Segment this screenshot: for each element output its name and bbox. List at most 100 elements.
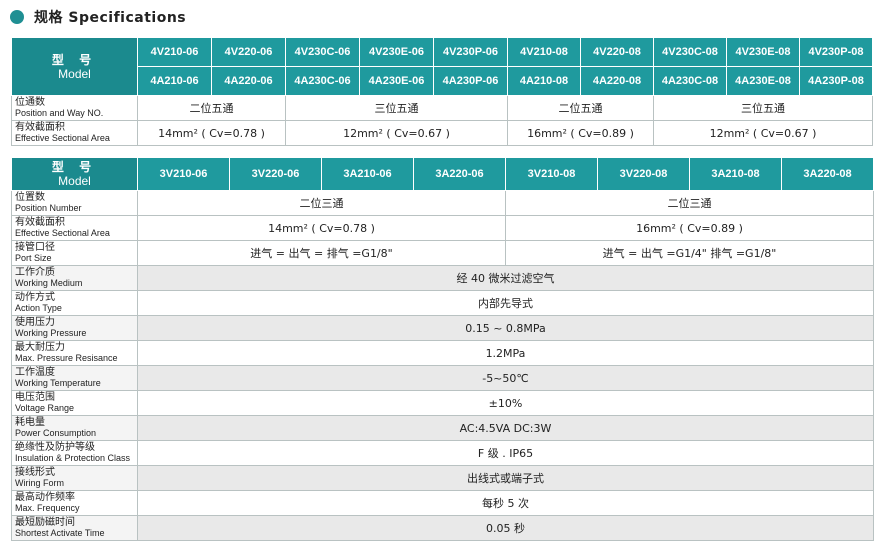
spec-value: 出线式或端子式: [137, 465, 874, 491]
row-label-zh: 耗电量: [15, 417, 45, 428]
row-label: 位通数 Position and Way NO.: [11, 95, 138, 121]
model-cell: 4A230P-06: [433, 66, 508, 96]
model-label-en: Model: [58, 174, 91, 188]
model-row: 型 号 Model 3V210-06 3V220-06 3A210-06 3A2…: [11, 157, 874, 191]
row-label-en: Action Type: [15, 303, 62, 313]
row-label: 工作介质 Working Medium: [11, 265, 138, 291]
row-label: 电压范围 Voltage Range: [11, 390, 138, 416]
model-cell: 4A220-08: [580, 66, 654, 96]
model-cell: 4V230P-06: [433, 37, 508, 67]
row-label-zh: 最大耐压力: [15, 342, 65, 353]
row-label-en: Insulation & Protection Class: [15, 453, 131, 463]
row-label: 有效截面积 Effective Sectional Area: [11, 215, 138, 241]
port-value: 进气 = 出气 = 排气 =G1/8": [137, 240, 506, 266]
model-cell: 3A210-08: [689, 157, 782, 191]
row-label-zh: 有效截面积: [15, 122, 65, 133]
port-value: 进气 = 出气 =G1/4" 排气 =G1/8": [505, 240, 874, 266]
spec-value: 经 40 微米过滤空气: [137, 265, 874, 291]
model-row-top: 型 号 Model 4V210-06 4V220-06 4V230C-06 4V…: [11, 37, 873, 96]
row-label-en: Effective Sectional Area: [15, 133, 110, 143]
model-cell: 4A210-06: [137, 66, 212, 96]
model-cell: 4A230E-06: [359, 66, 434, 96]
position-value: 二位三通: [505, 190, 874, 216]
spec-row: 最大耐压力 Max. Pressure Resisance 1.2MPa: [11, 340, 874, 366]
row-label-zh: 位通数: [15, 97, 45, 108]
model-label-zh: 型 号: [51, 52, 98, 67]
row-label: 工作温度 Working Temperature: [11, 365, 138, 391]
row-label-en: Working Temperature: [15, 378, 101, 388]
row-label-zh: 使用压力: [15, 317, 55, 328]
spec-table-4v-series: 型 号 Model 4V210-06 4V220-06 4V230C-06 4V…: [11, 37, 873, 146]
row-label-en: Wiring Form: [15, 478, 64, 488]
position-value: 三位五通: [653, 95, 873, 121]
model-cell: 4A220-06: [211, 66, 286, 96]
row-label-en: Max. Pressure Resisance: [15, 353, 118, 363]
row-label: 最高动作频率 Max. Frequency: [11, 490, 138, 516]
row-label: 位置数 Position Number: [11, 190, 138, 216]
row-label-en: Effective Sectional Area: [15, 228, 110, 238]
model-cell: 4A230C-08: [653, 66, 727, 96]
area-value: 14mm² ( Cv=0.78 ): [137, 120, 286, 146]
spec-row: 工作介质 Working Medium 经 40 微米过滤空气: [11, 265, 874, 291]
row-label-en: Position and Way NO.: [15, 108, 104, 118]
row-label-en: Shortest Activate Time: [15, 528, 105, 538]
row-label-zh: 接管口径: [15, 242, 55, 253]
area-value: 16mm² ( Cv=0.89 ): [505, 215, 874, 241]
row-label-zh: 绝缘性及防护等级: [15, 442, 95, 453]
row-label-en: Port Size: [15, 253, 52, 263]
spec-value: ±10%: [137, 390, 874, 416]
row-label: 最短励磁时间 Shortest Activate Time: [11, 515, 138, 541]
row-label: 绝缘性及防护等级 Insulation & Protection Class: [11, 440, 138, 466]
spec-value: 内部先导式: [137, 290, 874, 316]
spec-row: 使用压力 Working Pressure 0.15 ~ 0.8MPa: [11, 315, 874, 341]
common-spec-rows: 工作介质 Working Medium 经 40 微米过滤空气 动作方式 Action …: [11, 265, 874, 541]
model-cell: 4A230C-06: [285, 66, 360, 96]
spec-value: 1.2MPa: [137, 340, 874, 366]
position-value: 二位五通: [507, 95, 654, 121]
model-cell: 3V210-08: [505, 157, 598, 191]
model-row-bottom: 4A210-06 4A220-06 4A230C-06 4A230E-06 4A…: [12, 66, 873, 96]
spec-row: 电压范围 Voltage Range ±10%: [11, 390, 874, 416]
spec-row: 绝缘性及防护等级 Insulation & Protection Class F 级…: [11, 440, 874, 466]
row-label: 最大耐压力 Max. Pressure Resisance: [11, 340, 138, 366]
model-label-en: Model: [58, 66, 91, 81]
model-cell: 4V230E-06: [359, 37, 434, 67]
position-value: 二位五通: [137, 95, 286, 121]
area-row: 有效截面积 Effective Sectional Area 14mm² ( C…: [11, 120, 873, 146]
row-label: 接管口径 Port Size: [11, 240, 138, 266]
model-cell: 3V220-08: [597, 157, 690, 191]
model-cell: 3V210-06: [137, 157, 230, 191]
model-cell: 4V230E-08: [726, 37, 800, 67]
row-label-en: Working Pressure: [15, 328, 87, 338]
area-value: 14mm² ( Cv=0.78 ): [137, 215, 506, 241]
row-label: 接线形式 Wiring Form: [11, 465, 138, 491]
spec-row: 动作方式 Action Type 内部先导式: [11, 290, 874, 316]
row-label: 有效截面积 Effective Sectional Area: [11, 120, 138, 146]
spec-value: F 级 . IP65: [137, 440, 874, 466]
model-cell: 4V230C-06: [285, 37, 360, 67]
model-cell: 4V220-06: [211, 37, 286, 67]
spec-value: 每秒 5 次: [137, 490, 874, 516]
model-cell: 4V210-06: [137, 37, 212, 67]
row-label-en: Max. Frequency: [15, 503, 80, 513]
row-label-zh: 位置数: [15, 192, 45, 203]
model-header-cell: 型 号 Model: [11, 157, 138, 191]
row-label-zh: 工作温度: [15, 367, 55, 378]
spec-table-3v-series: 型 号 Model 3V210-06 3V220-06 3A210-06 3A2…: [11, 157, 874, 541]
model-cell: 4V230P-08: [799, 37, 873, 67]
row-label: 使用压力 Working Pressure: [11, 315, 138, 341]
model-cell: 4V210-08: [507, 37, 581, 67]
row-label: 耗电量 Power Consumption: [11, 415, 138, 441]
model-cell: 3A220-06: [413, 157, 506, 191]
row-label-en: Position Number: [15, 203, 82, 213]
spec-value: 0.15 ~ 0.8MPa: [137, 315, 874, 341]
model-cell: 3A220-08: [781, 157, 874, 191]
section-title: 规格 Specifications: [34, 10, 187, 26]
area-value: 12mm² ( Cv=0.67 ): [653, 120, 873, 146]
row-label-en: Working Medium: [15, 278, 83, 288]
model-cell: 4V230C-08: [653, 37, 727, 67]
row-label-zh: 最短励磁时间: [15, 517, 75, 528]
row-label-zh: 电压范围: [15, 392, 55, 403]
spec-row: 接线形式 Wiring Form 出线式或端子式: [11, 465, 874, 491]
spec-value: -5~50℃: [137, 365, 874, 391]
